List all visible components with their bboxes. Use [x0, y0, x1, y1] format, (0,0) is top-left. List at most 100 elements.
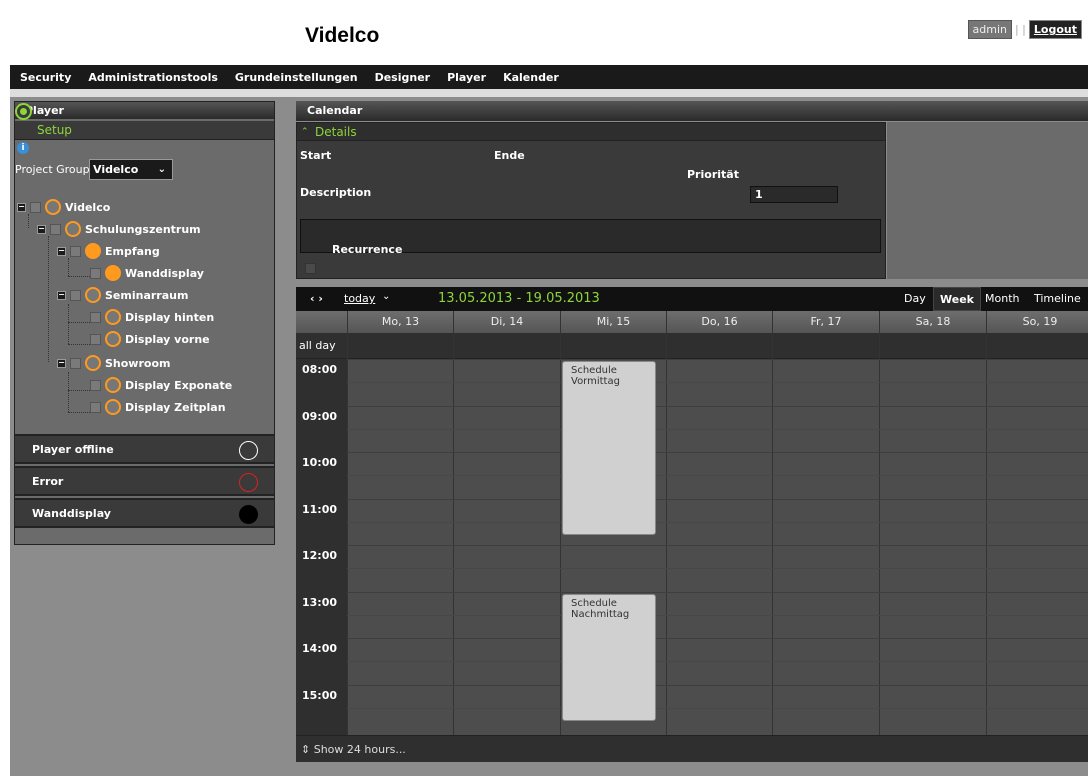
view-day-button[interactable]: Day — [904, 287, 926, 311]
hour-label: 11:00 — [302, 502, 338, 516]
player-status-icon — [85, 355, 101, 371]
show-24-hours-label: Show 24 hours... — [313, 743, 406, 756]
legend-label: Player offline — [32, 443, 114, 456]
details-title: Details — [315, 125, 357, 139]
legend-label: Error — [32, 475, 64, 488]
error-circle-icon — [239, 473, 258, 492]
chevron-down-icon[interactable]: ⌄ — [382, 291, 390, 302]
project-group-value: Videlco — [93, 163, 139, 176]
logout-button[interactable]: Logout — [1028, 20, 1082, 39]
details-header[interactable]: Details — [297, 123, 885, 141]
project-group-select[interactable]: Videlco ⌄ — [89, 159, 173, 180]
show-24-hours-toggle[interactable]: ⇕ Show 24 hours... — [296, 735, 1088, 762]
time-slot-line — [347, 359, 1088, 360]
chevron-down-icon: ⌄ — [157, 164, 166, 175]
recurrence-label: Recurrence — [332, 243, 403, 256]
player-status-icon — [85, 243, 101, 259]
tree-checkbox[interactable] — [70, 289, 81, 301]
filled-circle-icon — [239, 505, 258, 524]
tree-node-wanddisplay[interactable]: Wanddisplay — [90, 264, 204, 282]
time-slot-line — [347, 545, 1088, 546]
gear-icon — [17, 105, 30, 118]
tree-checkbox[interactable] — [90, 333, 101, 345]
tree-checkbox[interactable] — [90, 267, 101, 279]
tree-node-display-vorne[interactable]: Display vorne — [90, 330, 210, 348]
end-label: Ende — [494, 149, 525, 162]
event-title: Schedule — [571, 597, 617, 609]
prev-next-arrows[interactable]: ‹ › — [310, 292, 323, 305]
tree-node-videlco[interactable]: − Videlco — [17, 198, 110, 216]
tree-node-display-exponate[interactable]: Display Exponate — [90, 376, 232, 394]
tree-node-seminarraum[interactable]: − Seminarraum — [57, 286, 188, 304]
calendar-event[interactable]: Schedule Vormittag — [562, 361, 656, 535]
day-header-6: Sa, 18 — [879, 311, 986, 333]
tree-checkbox[interactable] — [70, 245, 81, 257]
tree-line — [48, 236, 49, 362]
time-slot-line — [347, 707, 1088, 709]
collapse-icon[interactable]: − — [57, 290, 66, 300]
collapse-icon[interactable]: − — [57, 358, 66, 368]
tree-checkbox[interactable] — [90, 401, 101, 413]
tree-node-display-hinten[interactable]: Display hinten — [90, 308, 214, 326]
view-month-button[interactable]: Month — [985, 287, 1019, 311]
tree-label: Display hinten — [125, 310, 215, 324]
collapse-icon[interactable]: − — [17, 202, 26, 212]
collapse-icon[interactable]: − — [57, 246, 66, 256]
tree-node-showroom[interactable]: − Showroom — [57, 354, 170, 372]
today-button[interactable]: today — [344, 292, 375, 305]
tree-checkbox[interactable] — [90, 379, 101, 391]
view-week-button[interactable]: Week — [933, 287, 981, 311]
time-slot-line — [347, 452, 1088, 453]
player-status-icon — [65, 221, 81, 237]
hour-label: 10:00 — [302, 456, 338, 469]
setup-section-header[interactable]: Setup — [15, 121, 274, 140]
menu-designer[interactable]: Designer — [375, 71, 431, 84]
week-grid: all day Mo, 13 Di, 14 Mi, 15 Do, 16 Fr, 17 Sa… — [296, 311, 1088, 735]
app-title: Videlco — [305, 24, 380, 47]
tree-label: Videlco — [65, 200, 111, 214]
user-box: admin | | Logout — [967, 20, 1082, 39]
menu-kalender[interactable]: Kalender — [503, 71, 559, 84]
menu-administrationstools[interactable]: Administrationstools — [88, 71, 218, 84]
all-day-row[interactable]: all day — [296, 333, 1088, 359]
menu-player[interactable]: Player — [447, 71, 486, 84]
menu-security[interactable]: Security — [20, 71, 71, 84]
day-column-divider — [879, 333, 880, 735]
project-group-label: Project Group — [15, 163, 90, 176]
hour-label: 08:00 — [302, 363, 338, 376]
tree-checkbox[interactable] — [50, 223, 61, 235]
time-slot-line — [347, 661, 1088, 663]
calendar-panel: Calendar Details ⌃ Start Ende Priorität … — [296, 101, 1088, 776]
tree-checkbox[interactable] — [70, 357, 81, 369]
menu-grundeinstellungen[interactable]: Grundeinstellungen — [235, 71, 358, 84]
tree-checkbox[interactable] — [90, 311, 101, 323]
tree-label: Display Zeitplan — [125, 400, 226, 414]
start-label: Start — [300, 149, 332, 162]
player-panel: Player Setup i Project Group Videlco ⌄ −… — [14, 101, 275, 545]
tree-checkbox[interactable] — [30, 201, 41, 213]
menu-divider — [10, 89, 1088, 97]
hour-label: 12:00 — [302, 549, 338, 562]
info-icon[interactable]: i — [17, 142, 29, 154]
tree-node-schulungszentrum[interactable]: − Schulungszentrum — [37, 220, 201, 238]
tree-label: Showroom — [105, 356, 171, 370]
tree-node-display-zeitplan[interactable]: Display Zeitplan — [90, 398, 226, 416]
user-name: admin — [967, 20, 1012, 39]
time-slot-line — [347, 405, 1088, 407]
legend-wanddisplay: Wanddisplay — [15, 498, 274, 528]
offline-circle-icon — [239, 441, 258, 460]
collapse-icon[interactable]: − — [37, 224, 46, 234]
day-column-divider — [453, 333, 454, 735]
tree-node-empfang[interactable]: − Empfang — [57, 242, 160, 260]
recurrence-checkbox[interactable] — [305, 263, 316, 274]
main-menu: Security Administrationstools Grundeinst… — [10, 65, 1088, 89]
description-label: Description — [300, 186, 372, 199]
chevron-up-icon[interactable]: ⌃ — [301, 127, 311, 137]
hour-label: 14:00 — [302, 642, 338, 655]
date-range: 13.05.2013 - 19.05.2013 — [438, 291, 600, 306]
priority-input[interactable]: 1 — [750, 186, 838, 203]
calendar-event[interactable]: Schedule Nachmittag — [562, 593, 656, 721]
view-timeline-button[interactable]: Timeline — [1034, 287, 1081, 311]
tree-label: Seminarraum — [105, 288, 189, 302]
event-title: Schedule — [571, 365, 617, 376]
